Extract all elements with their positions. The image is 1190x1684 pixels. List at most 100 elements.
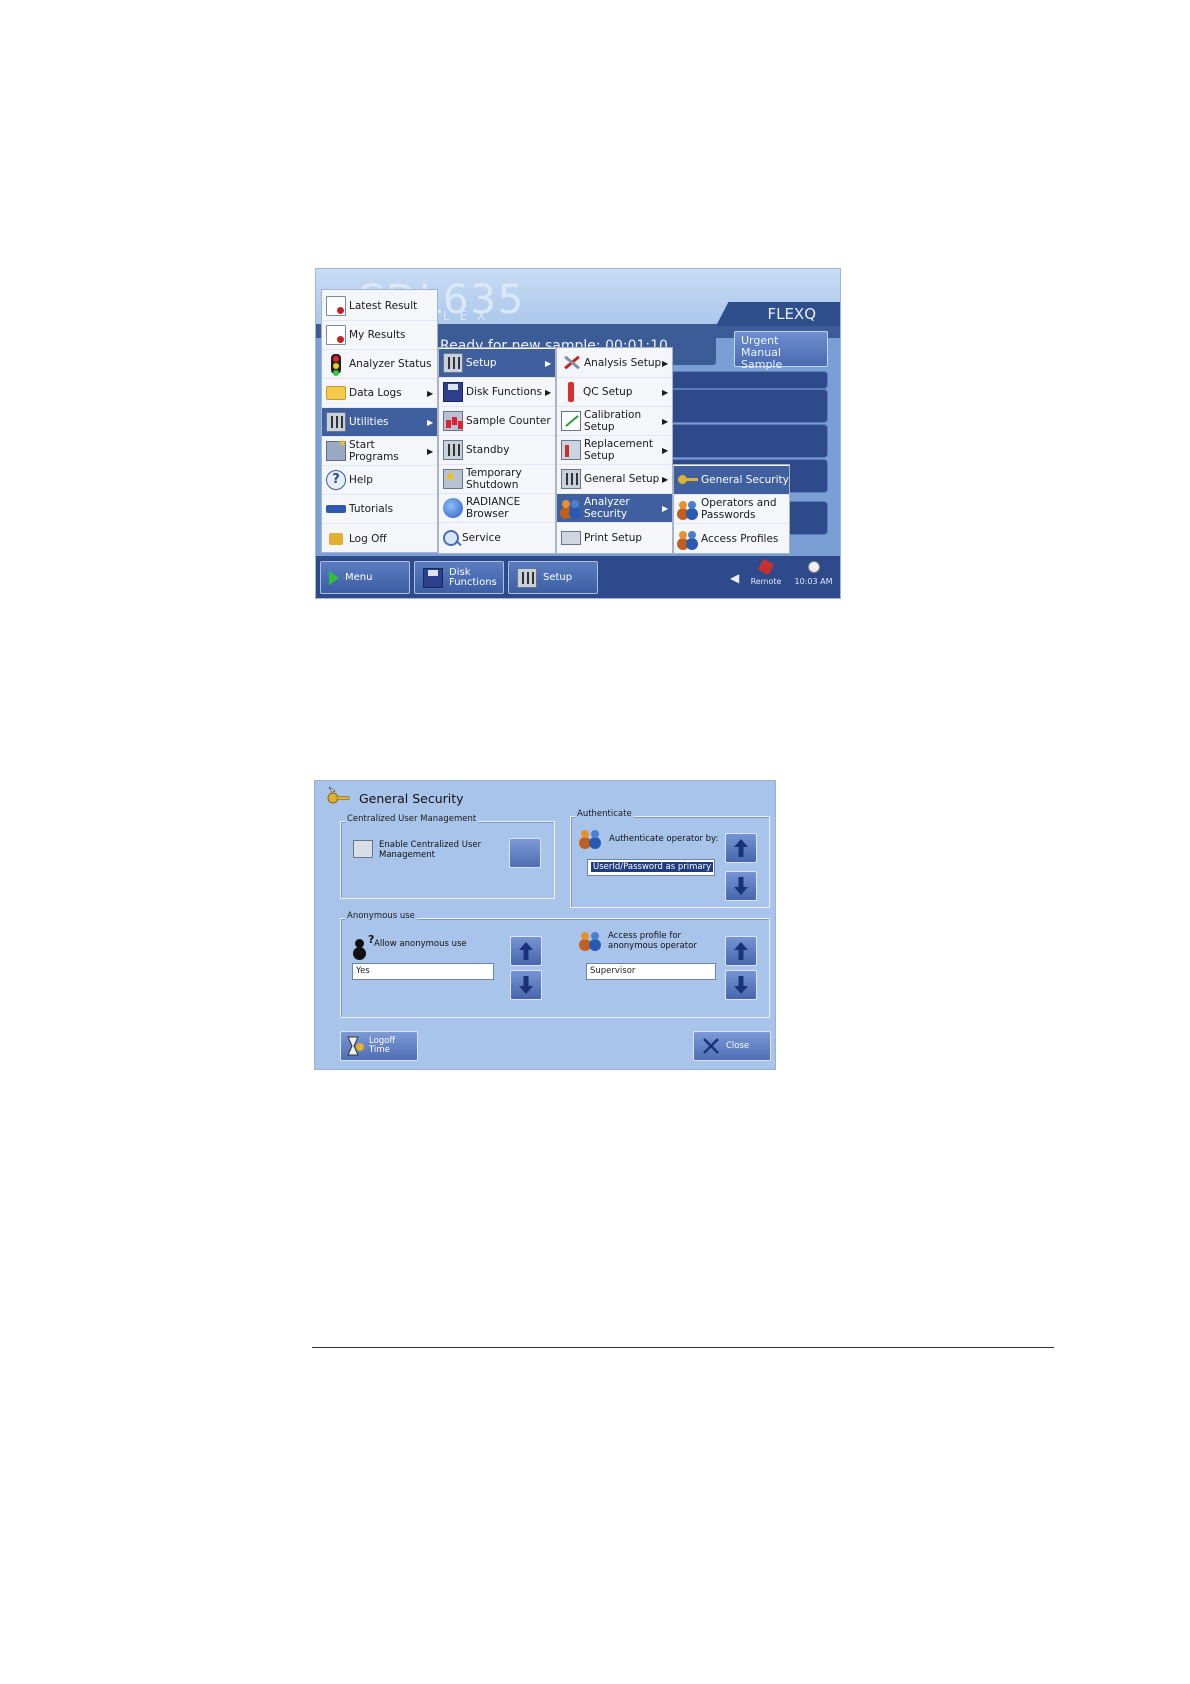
authenticate-label: Authenticate operator by: <box>609 834 719 844</box>
submenu-arrow-icon: ▶ <box>662 445 669 455</box>
sliders-icon <box>561 469 581 489</box>
menu-item-analysis-setup[interactable]: Analysis Setup ▶ <box>557 349 672 378</box>
submenu-arrow-icon: ▶ <box>427 417 434 427</box>
group-label: Authenticate <box>575 809 634 819</box>
allow-anonymous-up-button[interactable] <box>510 936 542 966</box>
play-icon <box>329 570 339 585</box>
menu-item-help[interactable]: ? Help <box>322 466 437 495</box>
dialog-title: General Security <box>359 791 464 806</box>
clock: 10:03 AM <box>791 561 836 586</box>
page-divider <box>312 1347 1054 1348</box>
menu-item-data-logs[interactable]: Data Logs ▶ <box>322 379 437 408</box>
authenticate-up-button[interactable] <box>725 833 757 863</box>
menu-item-service[interactable]: Service <box>439 523 555 552</box>
submenu-arrow-icon: ▶ <box>545 387 552 397</box>
menu-item-qc-setup[interactable]: QC Setup ▶ <box>557 378 672 407</box>
people-icon <box>678 499 698 519</box>
submenu-arrow-icon: ▶ <box>662 387 669 397</box>
submenu-arrow-icon: ▶ <box>662 358 669 368</box>
access-profile-down-button[interactable] <box>725 970 757 1000</box>
centralized-user-management-group: Centralized User Management Enable Centr… <box>340 814 555 899</box>
access-profile-up-button[interactable] <box>725 936 757 966</box>
allow-anonymous-field[interactable]: Yes <box>352 963 494 980</box>
menu-item-general-setup[interactable]: General Setup ▶ <box>557 465 672 494</box>
arrow-down-icon <box>734 976 748 994</box>
group-label: Centralized User Management <box>345 814 479 824</box>
taskbar-scroll-left-icon[interactable]: ◀ <box>730 571 739 585</box>
printer-icon <box>561 530 581 545</box>
menu-item-my-results[interactable]: My Results <box>322 321 437 350</box>
replacement-icon <box>561 440 581 460</box>
menu-item-replacement-setup[interactable]: Replacement Setup ▶ <box>557 436 672 465</box>
menu-item-analyzer-security[interactable]: Analyzer Security ▶ <box>557 494 672 523</box>
people-icon <box>581 829 601 849</box>
arrow-up-icon <box>734 942 748 960</box>
programs-icon <box>326 438 347 461</box>
menu-item-general-security[interactable]: General Security <box>674 466 789 495</box>
plug-icon <box>757 558 775 576</box>
menu-item-analyzer-status[interactable]: Analyzer Status <box>322 350 437 379</box>
menu-item-sample-counter[interactable]: Sample Counter <box>439 407 555 436</box>
submenu-arrow-icon: ▶ <box>662 503 669 513</box>
server-icon <box>353 840 373 858</box>
submenu-arrow-icon: ▶ <box>662 474 669 484</box>
close-icon <box>703 1038 719 1054</box>
menu-item-start-programs[interactable]: Start Programs ▶ <box>322 437 437 466</box>
people-icon <box>581 931 601 951</box>
authenticate-value-field[interactable]: UserId/Password as primary <box>587 859 715 876</box>
menu-item-print-setup[interactable]: Print Setup <box>557 523 672 552</box>
menu-item-operators-and-passwords[interactable]: Operators and Passwords <box>674 495 789 524</box>
people-icon <box>678 529 698 549</box>
analyzer-main-screen: CDL635 FLEX FLEXQ Ready for new sample: … <box>315 268 841 599</box>
document-icon <box>326 325 346 345</box>
authenticate-group: Authenticate Authenticate operator by: U… <box>570 809 770 908</box>
taskbar-setup-button[interactable]: Setup <box>508 561 598 594</box>
menu-item-utilities[interactable]: Utilities ▶ <box>322 408 437 437</box>
arrow-down-icon <box>734 877 748 895</box>
utilities-submenu: Setup ▶ Disk Functions ▶ Sample Counter … <box>438 347 556 554</box>
logoff-time-button[interactable]: Logoff Time <box>340 1031 418 1061</box>
enable-centralized-toggle[interactable] <box>509 838 541 868</box>
authenticate-down-button[interactable] <box>725 871 757 901</box>
taskbar-menu-button[interactable]: Menu <box>320 561 410 594</box>
main-menu: Latest Result My Results Analyzer Status… <box>321 289 438 553</box>
clock-icon <box>807 561 820 573</box>
menu-item-calibration-setup[interactable]: Calibration Setup ▶ <box>557 407 672 436</box>
disk-icon <box>423 567 443 588</box>
calibration-icon <box>561 411 581 431</box>
anonymous-user-icon <box>353 937 369 959</box>
globe-icon <box>443 498 463 518</box>
anonymous-use-group: Anonymous use ? Allow anonymous use Yes … <box>340 911 770 1018</box>
group-label: Anonymous use <box>345 911 417 921</box>
menu-item-radiance-browser[interactable]: RADIANCE Browser <box>439 494 555 523</box>
sliders-icon <box>517 567 537 588</box>
warning-icon <box>443 468 463 489</box>
allow-anonymous-down-button[interactable] <box>510 970 542 1000</box>
menu-item-standby[interactable]: Standby <box>439 436 555 465</box>
general-security-dialog: General Security Centralized User Manage… <box>314 780 776 1070</box>
arrow-up-icon <box>734 839 748 857</box>
menu-item-tutorials[interactable]: Tutorials <box>322 495 437 524</box>
centralized-label: Enable Centralized User Management <box>379 840 482 860</box>
close-button[interactable]: Close <box>693 1031 771 1061</box>
access-profile-label: Access profile for anonymous operator <box>608 931 697 951</box>
lock-icon <box>329 532 343 545</box>
menu-item-latest-result[interactable]: Latest Result <box>322 292 437 321</box>
arrow-down-icon <box>519 976 533 994</box>
urgent-manual-sample-button[interactable]: Urgent Manual Sample <box>734 331 828 371</box>
magnifier-icon <box>443 529 459 546</box>
menu-item-setup[interactable]: Setup ▶ <box>439 349 555 378</box>
taskbar-disk-functions-button[interactable]: Disk Functions <box>414 561 504 594</box>
remote-status[interactable]: Remote <box>746 558 786 586</box>
menu-item-disk-functions[interactable]: Disk Functions ▶ <box>439 378 555 407</box>
menu-item-log-off[interactable]: Log Off <box>322 524 437 553</box>
arrow-up-icon <box>519 942 533 960</box>
submenu-arrow-icon: ▶ <box>545 358 552 368</box>
menu-item-access-profiles[interactable]: Access Profiles <box>674 524 789 553</box>
people-icon <box>561 498 581 518</box>
counter-icon <box>443 411 463 431</box>
access-profile-field[interactable]: Supervisor <box>586 963 716 980</box>
graduation-cap-icon <box>326 505 346 513</box>
menu-item-temporary-shutdown[interactable]: Temporary Shutdown <box>439 465 555 494</box>
security-submenu: General Security Operators and Passwords… <box>673 464 790 554</box>
